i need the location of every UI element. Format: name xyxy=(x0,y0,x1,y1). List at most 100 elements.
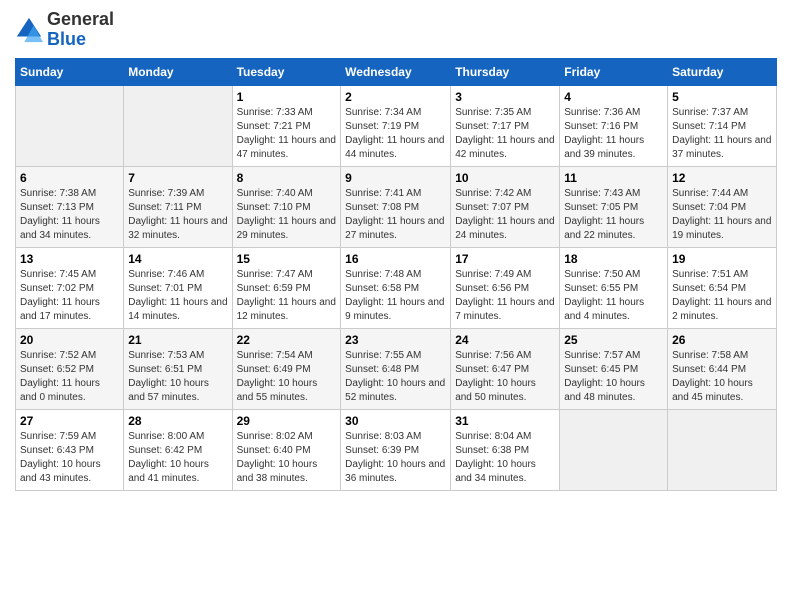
calendar-cell: 1 Sunrise: 7:33 AMSunset: 7:21 PMDaylight… xyxy=(232,85,341,166)
calendar-week-row: 13Sunrise: 7:45 AMSunset: 7:02 PMDayligh… xyxy=(16,247,777,328)
day-info: Sunrise: 7:52 AMSunset: 6:52 PMDaylight:… xyxy=(20,349,119,405)
calendar-cell: 4 Sunrise: 7:36 AMSunset: 7:16 PMDaylight… xyxy=(560,85,668,166)
day-number: 19 xyxy=(672,252,772,266)
calendar-cell: 23Sunrise: 7:55 AMSunset: 6:48 PMDayligh… xyxy=(341,328,451,409)
day-number: 13 xyxy=(20,252,119,266)
calendar-body: 1 Sunrise: 7:33 AMSunset: 7:21 PMDaylight… xyxy=(16,85,777,490)
weekday-header: Wednesday xyxy=(341,58,451,85)
logo-icon xyxy=(15,16,43,44)
day-number: 3 xyxy=(455,90,555,104)
calendar-cell: 21 Sunrise: 7:53 AMSunset: 6:51 PMDayligh… xyxy=(124,328,232,409)
calendar-cell: 31 Sunrise: 8:04 AMSunset: 6:38 PMDayligh… xyxy=(451,409,560,490)
day-info: Sunrise: 7:53 AMSunset: 6:51 PMDaylight:… xyxy=(128,349,227,405)
day-number: 7 xyxy=(128,171,227,185)
calendar-cell: 5Sunrise: 7:37 AMSunset: 7:14 PMDaylight… xyxy=(668,85,777,166)
day-info: Sunrise: 7:41 AMSunset: 7:08 PMDaylight:… xyxy=(345,187,446,243)
calendar-cell: 30Sunrise: 8:03 AMSunset: 6:39 PMDayligh… xyxy=(341,409,451,490)
day-info: Sunrise: 7:37 AMSunset: 7:14 PMDaylight:… xyxy=(672,106,772,162)
day-info: Sunrise: 7:54 AMSunset: 6:49 PMDaylight:… xyxy=(237,349,337,405)
weekday-header: Saturday xyxy=(668,58,777,85)
day-number: 25 xyxy=(564,333,663,347)
day-number: 14 xyxy=(128,252,227,266)
calendar-cell: 25 Sunrise: 7:57 AMSunset: 6:45 PMDayligh… xyxy=(560,328,668,409)
day-number: 12 xyxy=(672,171,772,185)
header-row: SundayMondayTuesdayWednesdayThursdayFrid… xyxy=(16,58,777,85)
calendar-cell: 24 Sunrise: 7:56 AMSunset: 6:47 PMDayligh… xyxy=(451,328,560,409)
logo-general-text: General xyxy=(47,9,114,29)
calendar-cell: 16Sunrise: 7:48 AMSunset: 6:58 PMDayligh… xyxy=(341,247,451,328)
day-number: 29 xyxy=(237,414,337,428)
day-info: Sunrise: 7:56 AMSunset: 6:47 PMDaylight:… xyxy=(455,349,555,405)
day-number: 4 xyxy=(564,90,663,104)
day-number: 28 xyxy=(128,414,227,428)
day-number: 8 xyxy=(237,171,337,185)
calendar-header: SundayMondayTuesdayWednesdayThursdayFrid… xyxy=(16,58,777,85)
day-info: Sunrise: 7:40 AMSunset: 7:10 PMDaylight:… xyxy=(237,187,337,243)
day-info: Sunrise: 7:50 AMSunset: 6:55 PMDaylight:… xyxy=(564,268,663,324)
day-number: 24 xyxy=(455,333,555,347)
calendar-week-row: 27Sunrise: 7:59 AMSunset: 6:43 PMDayligh… xyxy=(16,409,777,490)
weekday-header: Friday xyxy=(560,58,668,85)
day-info: Sunrise: 7:44 AMSunset: 7:04 PMDaylight:… xyxy=(672,187,772,243)
day-number: 20 xyxy=(20,333,119,347)
day-info: Sunrise: 7:58 AMSunset: 6:44 PMDaylight:… xyxy=(672,349,772,405)
logo-blue-text: Blue xyxy=(47,29,86,49)
day-info: Sunrise: 7:35 AMSunset: 7:17 PMDaylight:… xyxy=(455,106,555,162)
day-info: Sunrise: 7:34 AMSunset: 7:19 PMDaylight:… xyxy=(345,106,446,162)
calendar-cell: 7 Sunrise: 7:39 AMSunset: 7:11 PMDaylight… xyxy=(124,166,232,247)
day-number: 18 xyxy=(564,252,663,266)
day-info: Sunrise: 7:39 AMSunset: 7:11 PMDaylight:… xyxy=(128,187,227,243)
calendar-cell xyxy=(560,409,668,490)
day-number: 31 xyxy=(455,414,555,428)
day-info: Sunrise: 7:59 AMSunset: 6:43 PMDaylight:… xyxy=(20,430,119,486)
calendar-week-row: 1 Sunrise: 7:33 AMSunset: 7:21 PMDaylight… xyxy=(16,85,777,166)
calendar-cell: 19 Sunrise: 7:51 AMSunset: 6:54 PMDayligh… xyxy=(668,247,777,328)
calendar-cell: 11Sunrise: 7:43 AMSunset: 7:05 PMDayligh… xyxy=(560,166,668,247)
day-number: 10 xyxy=(455,171,555,185)
calendar-cell: 29 Sunrise: 8:02 AMSunset: 6:40 PMDayligh… xyxy=(232,409,341,490)
calendar-week-row: 6 Sunrise: 7:38 AMSunset: 7:13 PMDaylight… xyxy=(16,166,777,247)
calendar-cell: 20 Sunrise: 7:52 AMSunset: 6:52 PMDayligh… xyxy=(16,328,124,409)
calendar-cell xyxy=(16,85,124,166)
day-number: 23 xyxy=(345,333,446,347)
day-info: Sunrise: 7:46 AMSunset: 7:01 PMDaylight:… xyxy=(128,268,227,324)
weekday-header: Sunday xyxy=(16,58,124,85)
calendar-cell: 3 Sunrise: 7:35 AMSunset: 7:17 PMDaylight… xyxy=(451,85,560,166)
day-info: Sunrise: 7:42 AMSunset: 7:07 PMDaylight:… xyxy=(455,187,555,243)
calendar-cell: 14 Sunrise: 7:46 AMSunset: 7:01 PMDayligh… xyxy=(124,247,232,328)
day-number: 21 xyxy=(128,333,227,347)
day-info: Sunrise: 7:51 AMSunset: 6:54 PMDaylight:… xyxy=(672,268,772,324)
calendar-week-row: 20 Sunrise: 7:52 AMSunset: 6:52 PMDayligh… xyxy=(16,328,777,409)
day-number: 15 xyxy=(237,252,337,266)
day-info: Sunrise: 7:57 AMSunset: 6:45 PMDaylight:… xyxy=(564,349,663,405)
calendar-cell: 6 Sunrise: 7:38 AMSunset: 7:13 PMDaylight… xyxy=(16,166,124,247)
day-info: Sunrise: 7:38 AMSunset: 7:13 PMDaylight:… xyxy=(20,187,119,243)
logo: General Blue xyxy=(15,10,114,50)
day-info: Sunrise: 8:04 AMSunset: 6:38 PMDaylight:… xyxy=(455,430,555,486)
calendar-cell: 10 Sunrise: 7:42 AMSunset: 7:07 PMDayligh… xyxy=(451,166,560,247)
calendar-cell: 9Sunrise: 7:41 AMSunset: 7:08 PMDaylight… xyxy=(341,166,451,247)
day-number: 6 xyxy=(20,171,119,185)
day-info: Sunrise: 7:43 AMSunset: 7:05 PMDaylight:… xyxy=(564,187,663,243)
day-number: 26 xyxy=(672,333,772,347)
day-info: Sunrise: 7:48 AMSunset: 6:58 PMDaylight:… xyxy=(345,268,446,324)
calendar-cell xyxy=(668,409,777,490)
page-header: General Blue xyxy=(15,10,777,50)
calendar-table: SundayMondayTuesdayWednesdayThursdayFrid… xyxy=(15,58,777,491)
calendar-cell: 18 Sunrise: 7:50 AMSunset: 6:55 PMDayligh… xyxy=(560,247,668,328)
day-info: Sunrise: 7:47 AMSunset: 6:59 PMDaylight:… xyxy=(237,268,337,324)
calendar-cell: 17Sunrise: 7:49 AMSunset: 6:56 PMDayligh… xyxy=(451,247,560,328)
day-info: Sunrise: 7:36 AMSunset: 7:16 PMDaylight:… xyxy=(564,106,663,162)
calendar-cell: 27Sunrise: 7:59 AMSunset: 6:43 PMDayligh… xyxy=(16,409,124,490)
day-info: Sunrise: 8:02 AMSunset: 6:40 PMDaylight:… xyxy=(237,430,337,486)
day-number: 1 xyxy=(237,90,337,104)
calendar-cell: 12 Sunrise: 7:44 AMSunset: 7:04 PMDayligh… xyxy=(668,166,777,247)
weekday-header: Thursday xyxy=(451,58,560,85)
weekday-header: Tuesday xyxy=(232,58,341,85)
calendar-cell: 2Sunrise: 7:34 AMSunset: 7:19 PMDaylight… xyxy=(341,85,451,166)
day-info: Sunrise: 8:03 AMSunset: 6:39 PMDaylight:… xyxy=(345,430,446,486)
calendar-cell: 13Sunrise: 7:45 AMSunset: 7:02 PMDayligh… xyxy=(16,247,124,328)
day-number: 17 xyxy=(455,252,555,266)
day-info: Sunrise: 8:00 AMSunset: 6:42 PMDaylight:… xyxy=(128,430,227,486)
day-info: Sunrise: 7:33 AMSunset: 7:21 PMDaylight:… xyxy=(237,106,337,162)
